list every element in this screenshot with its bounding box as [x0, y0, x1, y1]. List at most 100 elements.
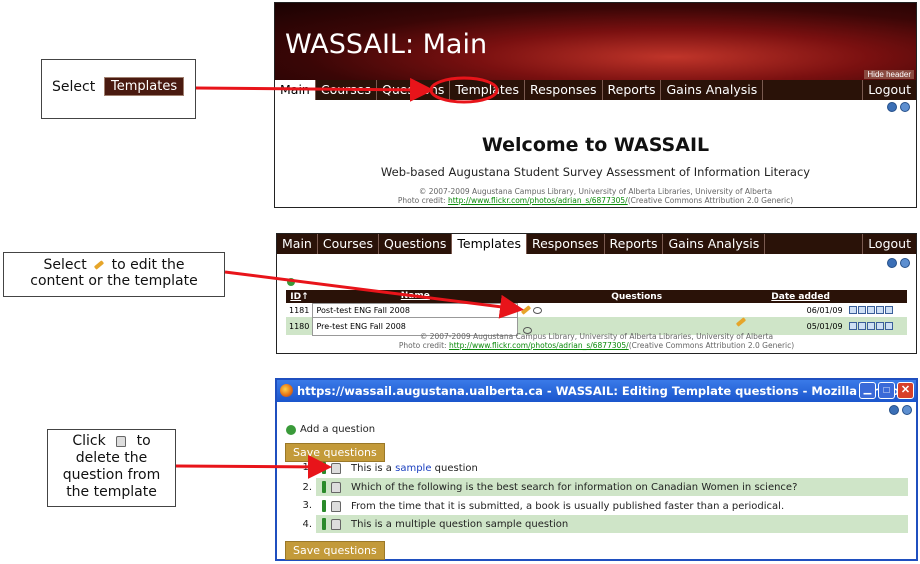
callout-click-text: Click [72, 433, 106, 449]
header-title: WASSAIL: Main [285, 29, 488, 60]
question-number: 1. [302, 462, 312, 473]
reorder-icon[interactable] [322, 481, 326, 493]
question-row: Which of the following is the best searc… [316, 478, 908, 496]
callout-edit-text: to edit the [111, 257, 185, 273]
panel-main-page: WASSAIL: Main Hide header Main Courses Q… [274, 2, 917, 208]
logout-button[interactable]: Logout [862, 80, 916, 100]
question-number: 4. [302, 519, 312, 530]
templates-table: ID↑ Name Questions Date added 1181 Post-… [286, 290, 907, 336]
export-icon[interactable] [866, 306, 875, 314]
lock-icon [116, 435, 127, 447]
copy-icon[interactable] [857, 322, 866, 330]
lock-icon[interactable] [331, 481, 341, 493]
row-name: Post-test ENG Fall 2008 [312, 302, 519, 318]
welcome-subtitle: Web-based Augustana Student Survey Asses… [380, 165, 811, 179]
lock-icon[interactable] [331, 518, 341, 530]
header-banner: WASSAIL: Main Hide header [275, 3, 916, 80]
help-icon[interactable] [900, 102, 910, 112]
row-id: 1181 [289, 305, 310, 315]
copy-icon[interactable] [857, 306, 866, 314]
panel-templates-list: Main Courses Questions Templates Respons… [276, 233, 917, 354]
main-nav: Main Courses Questions Templates Respons… [275, 80, 916, 100]
nav-templates[interactable]: Templates [450, 80, 525, 100]
info-icon[interactable] [887, 258, 897, 268]
license-text: (Creative Commons Attribution 2.0 Generi… [627, 196, 794, 205]
reorder-icon[interactable] [322, 462, 326, 474]
callout-edit-line2: content or the template [30, 273, 198, 289]
close-button[interactable]: ✕ [897, 382, 914, 399]
logout-button[interactable]: Logout [862, 234, 916, 254]
row-date: 06/01/09 [806, 305, 843, 315]
question-sample-link[interactable]: sample [395, 463, 431, 474]
add-question-label: Add a question [300, 424, 376, 435]
nav-main[interactable]: Main [275, 80, 316, 100]
photo-credit-link[interactable]: http://www.flickr.com/photos/adrian_s/68… [449, 341, 629, 350]
info-icon[interactable] [889, 405, 899, 415]
nav-responses[interactable]: Responses [525, 80, 603, 100]
nav-gains-analysis[interactable]: Gains Analysis [661, 80, 764, 100]
help-icons [889, 405, 912, 415]
question-text-post: question [434, 462, 478, 474]
firefox-icon [280, 384, 293, 397]
save-questions-button-bottom[interactable]: Save questions [285, 541, 385, 560]
nav-courses[interactable]: Courses [318, 234, 379, 254]
callout-to-text: to [136, 433, 151, 449]
export-icon[interactable] [866, 322, 875, 330]
reorder-icon[interactable] [322, 500, 326, 512]
welcome-heading: Welcome to WASSAIL [481, 134, 710, 156]
sort-up-icon: ↑ [301, 291, 309, 302]
callout-delete-question: Click to delete the question from the te… [47, 429, 176, 507]
header-date-added[interactable]: Date added [771, 292, 830, 302]
add-icon [286, 424, 296, 435]
help-icons [887, 258, 910, 268]
lock-icon[interactable] [884, 322, 893, 330]
photo-credit-label: Photo credit: [397, 196, 446, 205]
header-id[interactable]: ID [290, 292, 301, 302]
pencil-icon [94, 260, 105, 270]
question-text: This is a multiple question sample quest… [351, 518, 569, 530]
add-question-link[interactable]: Add a question [286, 424, 375, 435]
help-icon[interactable] [900, 258, 910, 268]
info-icon[interactable] [887, 102, 897, 112]
nav-reports[interactable]: Reports [603, 80, 662, 100]
add-icon[interactable] [287, 278, 295, 286]
footer-credit: © 2007-2009 Augustana Campus Library, Un… [275, 187, 916, 205]
nav-main[interactable]: Main [277, 234, 318, 254]
question-number: 2. [302, 482, 312, 493]
print-icon[interactable] [875, 322, 884, 330]
window-title: https://wassail.augustana.ualberta.ca - … [297, 384, 907, 398]
save-icon[interactable] [848, 322, 857, 330]
reorder-icon[interactable] [322, 518, 326, 530]
nav-gains-analysis[interactable]: Gains Analysis [663, 234, 766, 254]
callout-line2: delete the [75, 450, 148, 466]
pencil-icon[interactable] [521, 305, 532, 315]
hide-header-button[interactable]: Hide header [864, 70, 914, 79]
question-text-pre: This is a [351, 462, 392, 474]
nav-courses[interactable]: Courses [316, 80, 377, 100]
photo-credit-link[interactable]: http://www.flickr.com/photos/adrian_s/68… [448, 196, 628, 205]
lock-icon[interactable] [884, 306, 893, 314]
callout-select-text: Select [43, 257, 87, 273]
table-row: 1181 Post-test ENG Fall 2008 06/01/09 [286, 302, 907, 318]
question-text: From the time that it is submitted, a bo… [351, 500, 785, 512]
save-icon[interactable] [848, 306, 857, 314]
question-row: This is a multiple question sample quest… [316, 515, 908, 533]
nav-responses[interactable]: Responses [527, 234, 605, 254]
nav-questions[interactable]: Questions [377, 80, 451, 100]
lock-icon[interactable] [331, 500, 341, 512]
nav-questions[interactable]: Questions [379, 234, 453, 254]
nav-reports[interactable]: Reports [605, 234, 664, 254]
print-icon[interactable] [875, 306, 884, 314]
minimize-button[interactable]: ▁ [859, 382, 876, 399]
eye-icon[interactable] [533, 306, 543, 314]
header-questions: Questions [517, 290, 756, 303]
help-icon[interactable] [902, 405, 912, 415]
header-name[interactable]: Name [401, 291, 430, 301]
callout-line3: question from [62, 467, 161, 483]
nav-templates[interactable]: Templates [452, 234, 527, 254]
lock-icon[interactable] [331, 462, 341, 474]
pencil-icon[interactable] [736, 316, 747, 327]
maximize-button[interactable]: □ [878, 382, 895, 399]
help-icons [887, 102, 910, 112]
callout-line4: the template [66, 484, 157, 500]
